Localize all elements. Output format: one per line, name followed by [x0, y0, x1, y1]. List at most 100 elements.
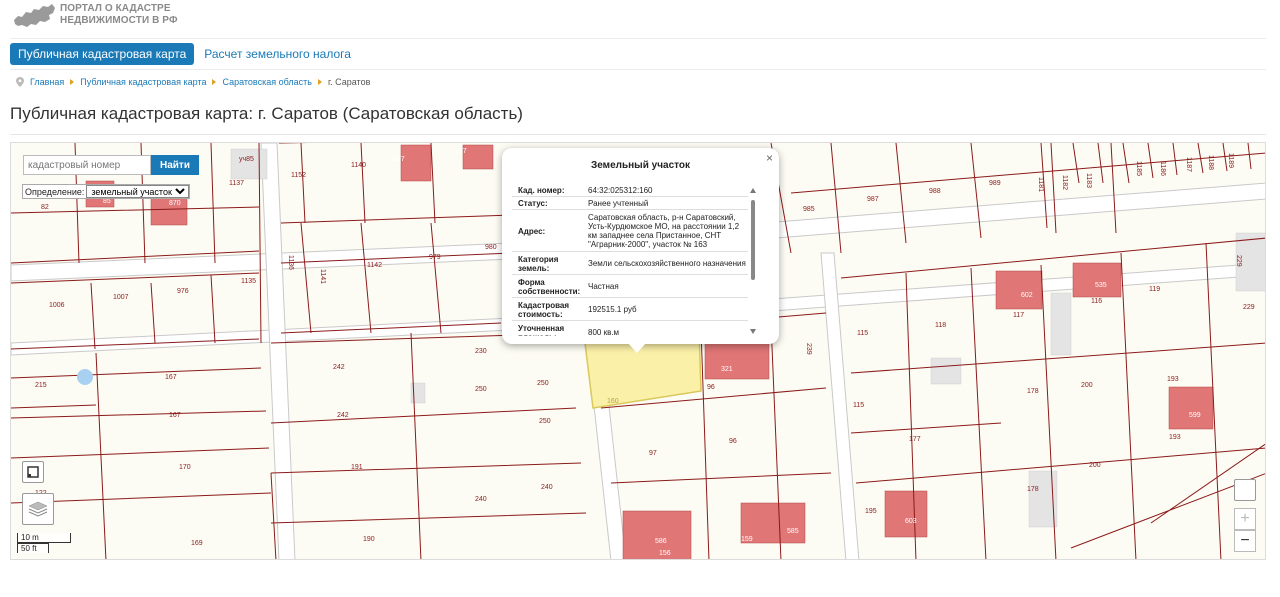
- popup-value: Ранее учтенный: [588, 199, 649, 208]
- popup-key: Форма собственности:: [518, 277, 581, 296]
- parcel-label: 1141: [319, 269, 326, 284]
- popup-row-ownership: Форма собственности: Частная: [512, 275, 748, 298]
- parcel-label: 229: [1243, 304, 1255, 311]
- cadastral-number-input[interactable]: [23, 155, 151, 175]
- zoom-out-button[interactable]: −: [1234, 530, 1256, 552]
- parcel-label: 987: [867, 196, 879, 203]
- building: [995, 270, 1043, 310]
- building: [704, 338, 770, 380]
- parcel-label: 1136: [287, 255, 294, 270]
- popup-row-address: Адрес: Саратовская область, р-н Саратовс…: [512, 210, 748, 252]
- parcel-label: 250: [537, 380, 549, 387]
- parcel-label: 1185: [1135, 161, 1142, 176]
- building: [462, 144, 494, 170]
- tab-cadastral-map[interactable]: Публичная кадастровая карта: [10, 43, 195, 65]
- popup-key: Адрес:: [518, 226, 546, 236]
- zoom-in-button[interactable]: +: [1234, 508, 1256, 530]
- parcel-label: 193: [1169, 434, 1181, 441]
- parcel-label: 250: [539, 418, 551, 425]
- parcel-label: 1135: [241, 278, 256, 285]
- point-marker: [77, 369, 93, 385]
- parcel-label: 190: [363, 536, 375, 543]
- parcel-label: 1189: [1227, 153, 1234, 168]
- parcel-label: 178: [1027, 486, 1039, 493]
- popup-row-status: Статус: Ранее учтенный: [512, 197, 748, 210]
- parcel-label: 1137: [229, 180, 244, 187]
- logo-line-1: Портал о кадастре: [60, 3, 171, 14]
- parcel-label: 115: [853, 402, 864, 409]
- popup-key: Кадастровая стоимость:: [518, 300, 570, 319]
- parcel-label: 117: [1013, 312, 1024, 319]
- parcel-label: 177: [909, 436, 921, 443]
- popup-value: 192515.1 руб: [588, 305, 637, 314]
- parcel-label: 585: [787, 528, 799, 535]
- parcel-label: 599: [1189, 412, 1201, 419]
- parcel-label: 586: [655, 538, 667, 545]
- popup-row-cadastral-number: Кад. номер: 64:32:025312:160: [512, 184, 748, 197]
- parcel-label: 985: [803, 206, 815, 213]
- parcel-label: 1007: [113, 294, 129, 301]
- definition-row: Определение: земельный участок: [22, 184, 191, 199]
- parcel-label: 116: [1091, 298, 1102, 305]
- parcel-label: 1182: [1061, 175, 1068, 190]
- popup-value: Частная: [588, 282, 619, 291]
- russia-map-logo-icon[interactable]: [12, 2, 56, 30]
- fullscreen-button[interactable]: [22, 461, 44, 483]
- popup-value: 64:32:025312:160: [588, 186, 653, 195]
- map-scale: 10 m 50 ft: [17, 533, 71, 553]
- parcel-label: 119: [1149, 286, 1160, 293]
- layers-icon: [28, 501, 48, 517]
- definition-label: Определение:: [25, 186, 85, 197]
- parcel-label: 989: [989, 180, 1001, 187]
- parcel-label: 1186: [1159, 161, 1166, 176]
- parcel-label: 200: [1089, 462, 1101, 469]
- location-pin-icon: [16, 77, 24, 87]
- parcel-label: 603: [905, 518, 917, 525]
- breadcrumb-region[interactable]: Саратовская область: [222, 77, 311, 87]
- scroll-up-icon[interactable]: [750, 188, 756, 193]
- parcel-label: 1006: [49, 302, 65, 309]
- structure: [230, 148, 268, 180]
- page-title: Публичная кадастровая карта: г. Саратов …: [10, 104, 523, 123]
- parcel-label: 535: [1095, 282, 1107, 289]
- popup-row-area: Уточненная площадь: 800 кв.м: [512, 321, 748, 337]
- definition-select[interactable]: земельный участок: [86, 185, 190, 198]
- parcel-label: 1181: [1037, 177, 1044, 192]
- tab-land-tax[interactable]: Расчет земельного налога: [196, 43, 359, 65]
- scale-metric: 10 m: [17, 533, 71, 543]
- scroll-down-icon[interactable]: [750, 329, 756, 334]
- structure: [930, 357, 962, 385]
- breadcrumb-cadastral-map[interactable]: Публичная кадастровая карта: [80, 77, 206, 87]
- parcel-label: 980: [485, 244, 497, 251]
- parcel-label: 988: [929, 188, 941, 195]
- divider: [10, 69, 1266, 70]
- popup-value: Земли сельскохозяйственного назначения: [588, 259, 746, 268]
- scale-imperial: 50 ft: [17, 543, 49, 553]
- scroll-thumb[interactable]: [751, 200, 755, 280]
- popup-value: 800 кв.м: [588, 328, 620, 336]
- divider: [10, 134, 1266, 135]
- parcel-label: 159: [741, 536, 753, 543]
- parcel-label: 1183: [1085, 173, 1092, 188]
- popup-scrollbar[interactable]: [750, 186, 756, 334]
- parcel-label: 230: [475, 348, 487, 355]
- parcel-label: 937: [455, 148, 467, 155]
- breadcrumb-separator-icon: [70, 79, 75, 85]
- logo-text: Портал о кадастре недвижимости в РФ: [60, 3, 178, 27]
- breadcrumb-home[interactable]: Главная: [30, 77, 64, 87]
- breadcrumb-city: г. Саратов: [327, 77, 371, 87]
- parcel-label: 167: [165, 374, 177, 381]
- cadastral-map[interactable]: уч85 1137 1152 1140 927 937 82 870 85 1006 1007 976…: [10, 142, 1266, 560]
- parcel-label: 191: [351, 464, 363, 471]
- parcel-label: 242: [333, 364, 345, 371]
- parcel-label: 200: [1081, 382, 1093, 389]
- parcel-label: 118: [935, 322, 946, 329]
- popup-key: Кад. номер:: [518, 186, 565, 195]
- parcel-label: 96: [729, 438, 737, 445]
- map-option-button[interactable]: [1234, 479, 1256, 501]
- find-button[interactable]: Найти: [151, 155, 199, 175]
- layers-button[interactable]: [22, 493, 54, 525]
- parcel-label: 97: [649, 450, 657, 457]
- parcel-label: 927: [393, 156, 405, 163]
- parcel-label: 242: [337, 412, 349, 419]
